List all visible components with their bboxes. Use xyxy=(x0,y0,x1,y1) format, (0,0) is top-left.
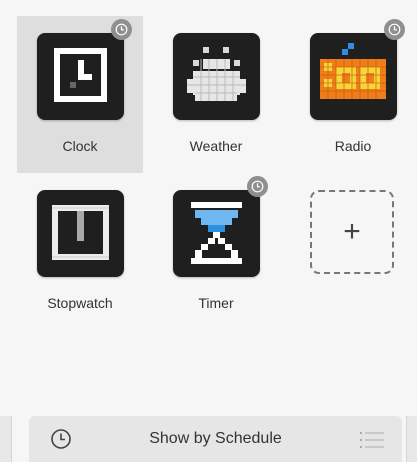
show-by-schedule-label: Show by Schedule xyxy=(149,430,282,447)
app-tile-weather[interactable]: Weather xyxy=(153,16,279,173)
stopwatch-pixel-icon xyxy=(37,190,124,277)
schedule-badge-icon xyxy=(384,19,405,40)
previous-page-stub xyxy=(0,416,12,462)
app-tile-stopwatch[interactable]: Stopwatch xyxy=(17,173,143,330)
app-label-stopwatch: Stopwatch xyxy=(47,295,113,311)
show-by-schedule-button[interactable]: Show by Schedule xyxy=(29,416,402,462)
clock-pixel-icon xyxy=(37,33,124,120)
plus-icon: + xyxy=(343,215,361,248)
app-label-radio: Radio xyxy=(334,138,372,154)
schedule-badge-icon xyxy=(111,19,132,40)
app-tile-clock[interactable]: Clock xyxy=(17,16,143,173)
radio-pixel-icon xyxy=(310,33,397,120)
app-tile-timer[interactable]: Timer xyxy=(153,173,279,330)
app-label-clock: Clock xyxy=(62,138,98,154)
next-page-stub xyxy=(406,416,417,462)
app-label-weather: Weather xyxy=(189,138,243,154)
schedule-badge-icon xyxy=(247,176,268,197)
app-label-timer: Timer xyxy=(198,295,234,311)
list-icon xyxy=(360,431,384,454)
bottom-bar: Show by Schedule xyxy=(0,414,417,462)
app-tile-radio[interactable]: Radio xyxy=(290,16,416,173)
weather-pixel-icon xyxy=(173,33,260,120)
timer-pixel-icon xyxy=(173,190,260,277)
add-app-button[interactable]: + xyxy=(310,190,394,274)
